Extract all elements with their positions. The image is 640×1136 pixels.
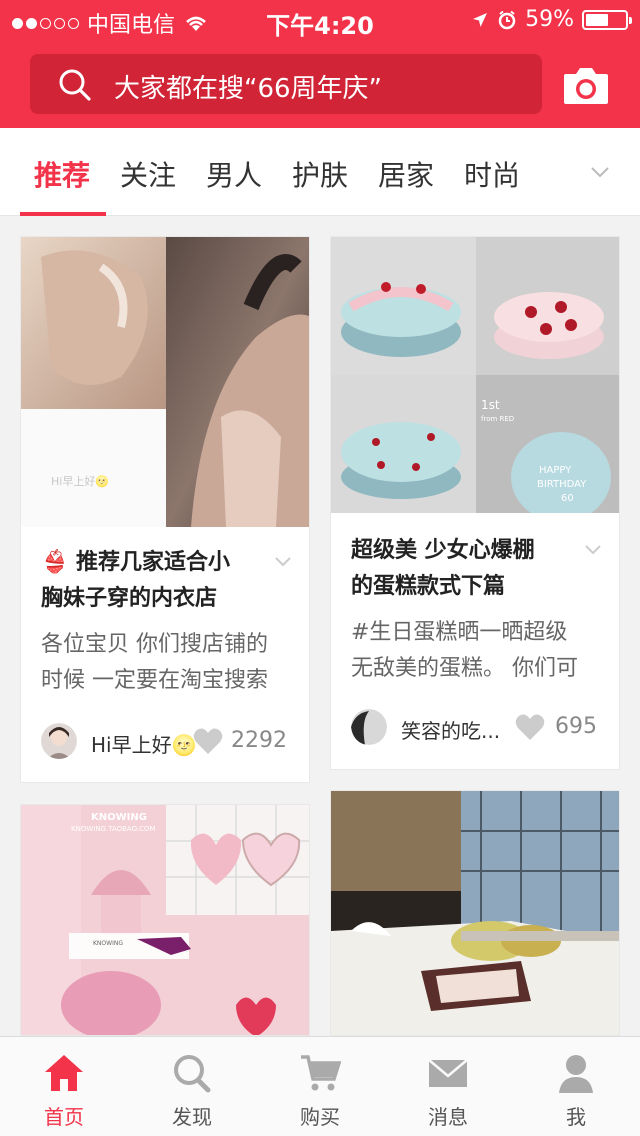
nav-me-label: 我 — [566, 1105, 586, 1129]
avatar[interactable] — [351, 709, 387, 745]
post-description: #生日蛋糕晒一晒超级 — [351, 620, 568, 645]
status-bar: 中国电信 下午4:20 59% — [0, 0, 640, 40]
tab-follow[interactable]: 关注 — [120, 154, 176, 194]
post-title: 超级美 少女心爆棚 — [351, 538, 535, 563]
tab-home[interactable]: 居家 — [378, 154, 434, 194]
tab-recommend[interactable]: 推荐 — [34, 154, 90, 194]
camera-icon[interactable] — [562, 64, 610, 106]
nav-buy-label: 购买 — [300, 1105, 340, 1129]
bottom-tab-bar: 首页 发现 购买 消息 我 — [0, 1036, 640, 1136]
post-image[interactable]: Hi早上好🌝 — [21, 237, 309, 527]
chevron-down-icon[interactable] — [590, 166, 610, 178]
mail-icon — [428, 1059, 468, 1087]
tab-skincare[interactable]: 护肤 — [292, 154, 348, 194]
post-description-line2: 无敌美的蛋糕。 你们可 — [351, 656, 578, 681]
nav-discover[interactable]: 发现 — [128, 1037, 256, 1136]
post-card[interactable]: Hi早上好🌝 👙 推荐几家适合小 胸妹子穿的内衣店 各位宝贝 你们搜店铺的 时候… — [20, 236, 310, 783]
nav-home[interactable]: 首页 — [0, 1037, 128, 1136]
image-text: BIRTHDAY — [537, 479, 587, 490]
image-caption: Hi早上好🌝 — [51, 474, 109, 488]
battery-icon — [582, 9, 632, 30]
post-title: 👙 推荐几家适合小 — [41, 550, 231, 575]
image-text: KNOWING.TAOBAO.COM — [71, 825, 155, 833]
image-text: KNOWING — [91, 812, 147, 823]
heart-icon[interactable] — [515, 713, 545, 741]
avatar[interactable] — [41, 723, 77, 759]
location-arrow-icon — [473, 12, 488, 27]
post-card[interactable] — [330, 790, 620, 1036]
cart-icon — [301, 1055, 341, 1091]
image-text: from RED — [481, 415, 514, 423]
post-description: 各位宝贝 你们搜店铺的 — [41, 632, 268, 657]
search-icon — [174, 1055, 211, 1093]
chevron-down-icon[interactable] — [275, 557, 291, 567]
nav-me[interactable]: 我 — [512, 1037, 640, 1136]
chevron-down-icon[interactable] — [585, 545, 601, 555]
alarm-icon — [498, 10, 516, 29]
search-icon — [59, 69, 91, 101]
post-description-line2: 时候 一定要在淘宝搜索 — [41, 668, 268, 693]
author-name[interactable]: Hi早上好🌝 — [91, 729, 197, 758]
post-card[interactable]: 1st from RED HAPPY BIRTHDAY 60 超级美 少女心爆棚… — [330, 236, 620, 770]
image-text: 60 — [561, 493, 574, 504]
author-name[interactable]: 笑容的吃... — [401, 715, 500, 744]
home-icon — [45, 1055, 83, 1091]
category-tabs: 推荐 关注 男人 护肤 居家 时尚 — [0, 128, 640, 216]
nav-home-label: 首页 — [44, 1105, 84, 1129]
person-icon — [559, 1055, 593, 1093]
nav-buy[interactable]: 购买 — [256, 1037, 384, 1136]
post-card[interactable]: KNOWING KNOWING.TAOBAO.COM KNOWING — [20, 804, 310, 1036]
nav-messages-label: 消息 — [428, 1105, 468, 1129]
app-header: 中国电信 下午4:20 59% 大家都在搜“66周年庆” — [0, 0, 640, 128]
nav-discover-label: 发现 — [172, 1105, 212, 1129]
battery-percent: 59% — [525, 7, 574, 32]
like-count: 695 — [555, 714, 597, 739]
heart-icon[interactable] — [193, 727, 223, 755]
post-image[interactable]: 1st from RED HAPPY BIRTHDAY 60 — [331, 237, 619, 513]
like-count: 2292 — [231, 728, 287, 753]
image-text: KNOWING — [93, 940, 123, 947]
post-image[interactable]: KNOWING KNOWING.TAOBAO.COM KNOWING — [21, 805, 309, 1035]
search-bar[interactable]: 大家都在搜“66周年庆” — [30, 54, 542, 114]
tab-men[interactable]: 男人 — [206, 154, 262, 194]
post-image[interactable] — [331, 791, 619, 1035]
image-text: 1st — [481, 398, 500, 412]
active-tab-indicator — [20, 212, 106, 216]
post-title-line2: 的蛋糕款式下篇 — [351, 574, 506, 599]
image-text: HAPPY — [539, 465, 572, 476]
tab-fashion[interactable]: 时尚 — [464, 154, 520, 194]
search-placeholder: 大家都在搜“66周年庆” — [114, 74, 383, 104]
post-title-line2: 胸妹子穿的内衣店 — [41, 586, 218, 611]
nav-messages[interactable]: 消息 — [384, 1037, 512, 1136]
